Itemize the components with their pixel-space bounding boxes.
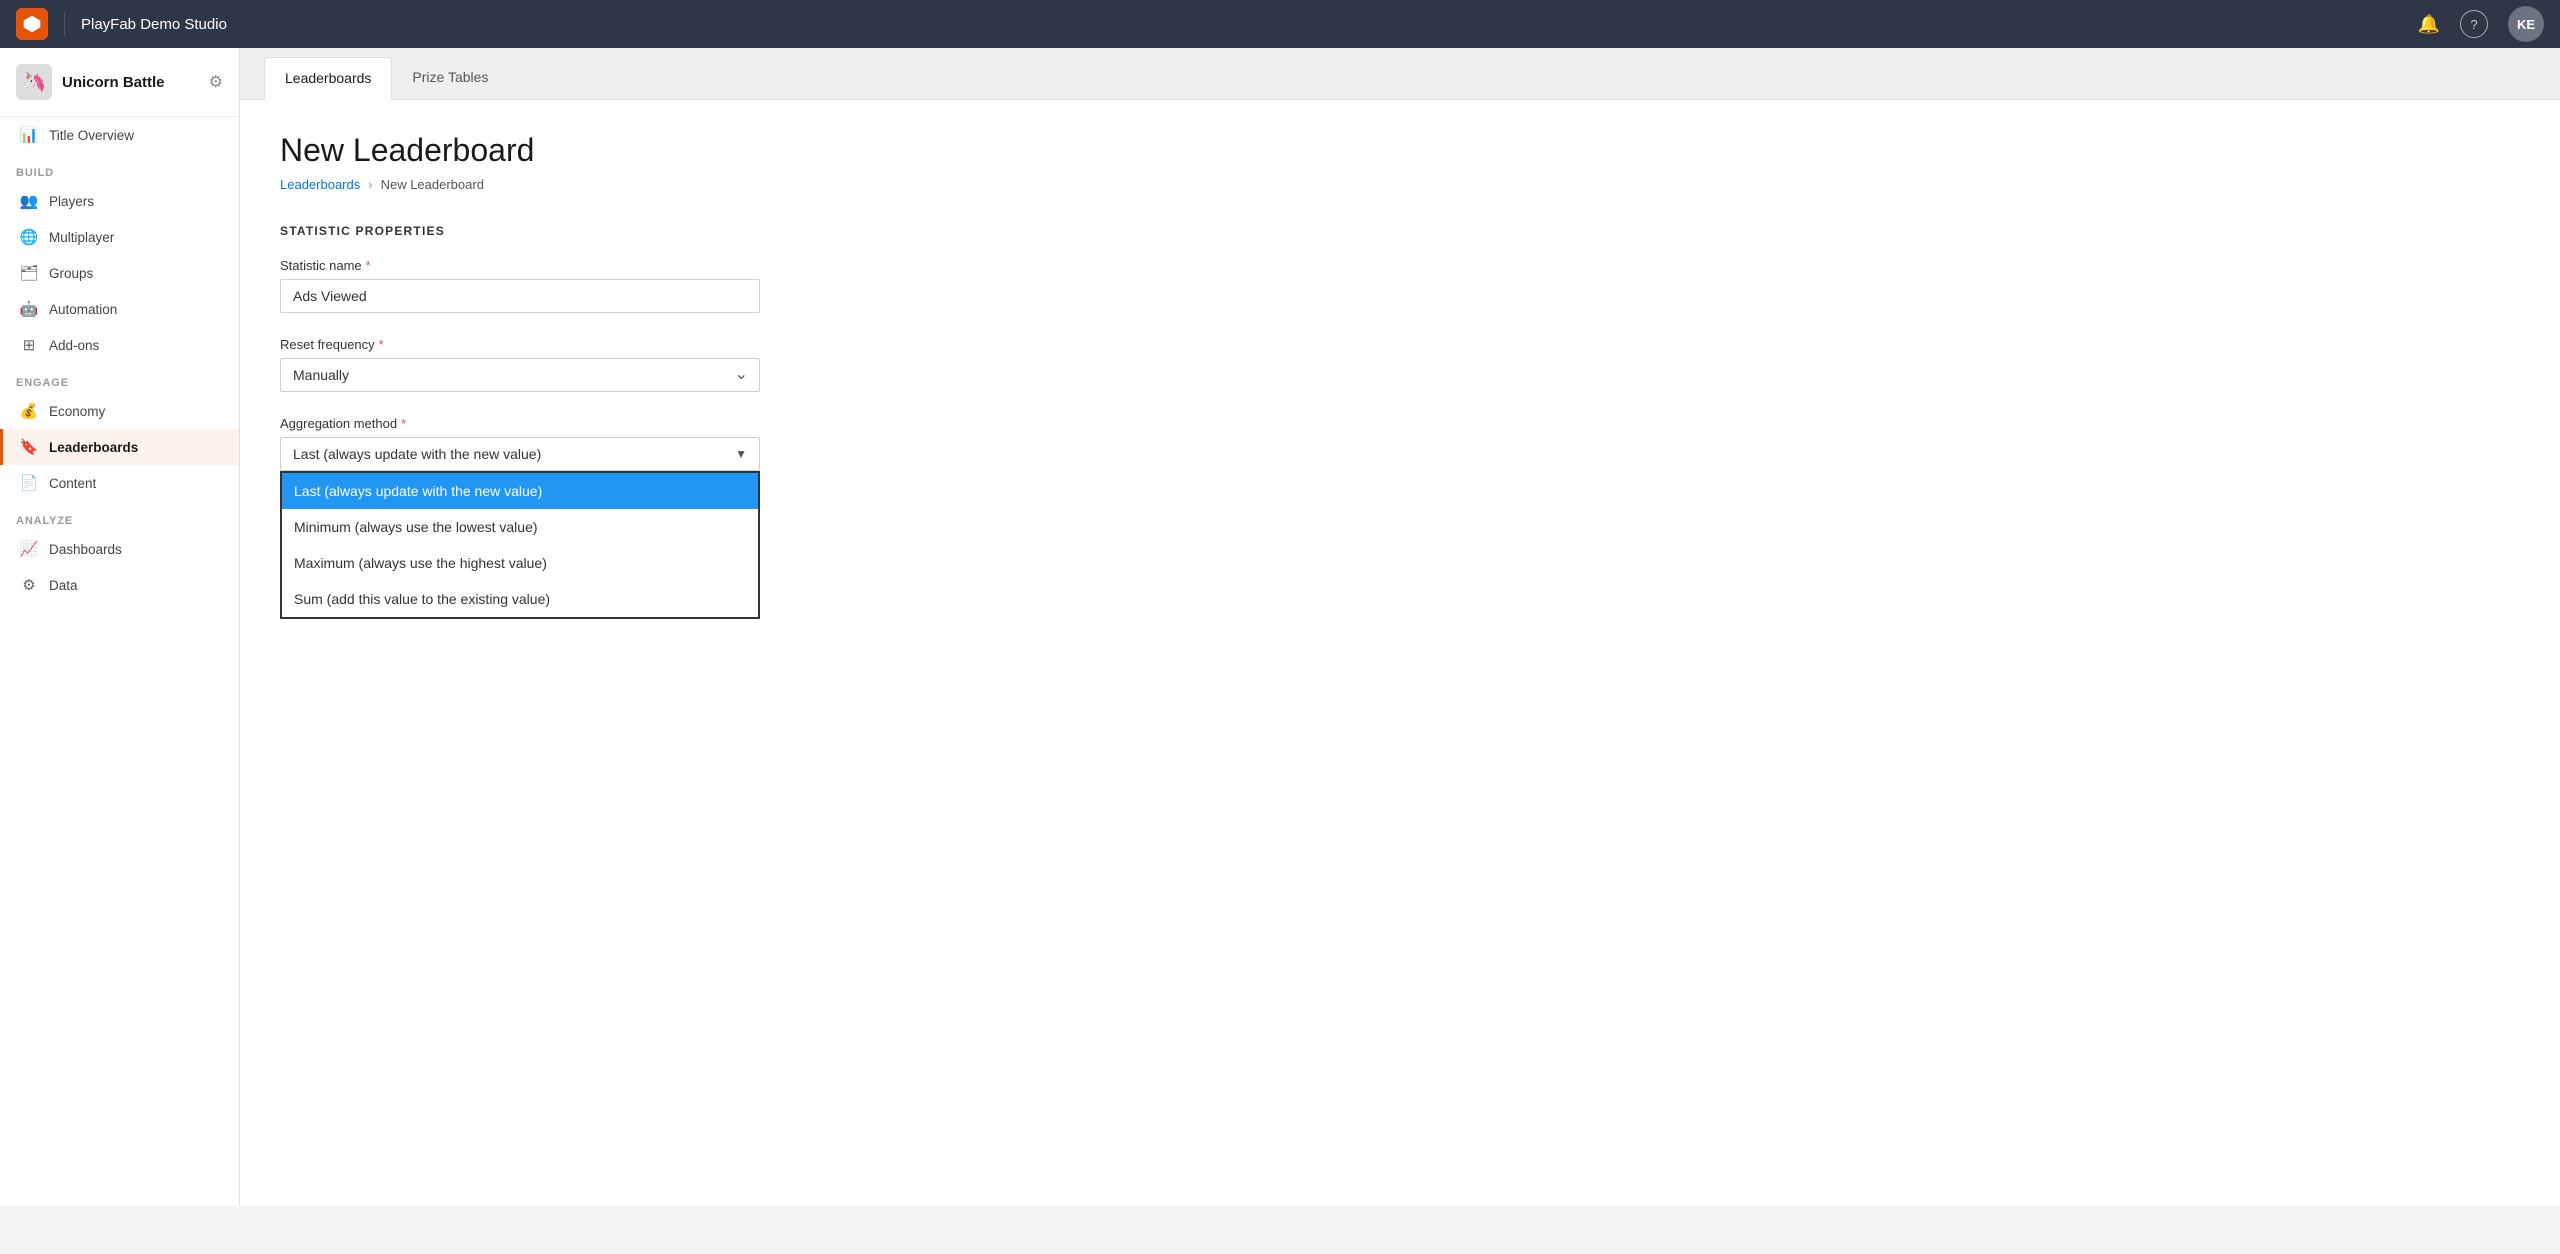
topbar-divider [64, 12, 65, 36]
content-area: New Leaderboard Leaderboards › New Leade… [240, 100, 2560, 1206]
sidebar-item-label: Add-ons [49, 338, 99, 353]
dropdown-option-minimum[interactable]: Minimum (always use the lowest value) [282, 509, 758, 545]
required-star: * [366, 258, 371, 273]
dashboards-icon: 📈 [19, 540, 39, 558]
dropdown-option-maximum[interactable]: Maximum (always use the highest value) [282, 545, 758, 581]
required-star-2: * [379, 337, 384, 352]
sidebar-item-groups[interactable]: 🗂 Groups [0, 255, 239, 291]
multiplayer-icon: 🌐 [19, 228, 39, 246]
statistic-name-group: Statistic name * [280, 258, 2520, 313]
reset-frequency-select-wrapper: Manually Daily Weekly Monthly [280, 358, 760, 392]
sidebar-item-label: Economy [49, 404, 105, 419]
layout: 🦄 Unicorn Battle ⚙ 📊 Title Overview BUIL… [0, 48, 2560, 1206]
addons-icon: ⊞ [19, 336, 39, 354]
sidebar-item-leaderboards[interactable]: 🔖 Leaderboards [0, 429, 239, 465]
tabs-bar: Leaderboards Prize Tables [240, 48, 2560, 100]
automation-icon: 🤖 [19, 300, 39, 318]
sidebar: 🦄 Unicorn Battle ⚙ 📊 Title Overview BUIL… [0, 48, 240, 1206]
sidebar-item-label: Title Overview [49, 128, 134, 143]
sidebar-item-label: Data [49, 578, 78, 593]
players-icon: 👥 [19, 192, 39, 210]
sidebar-item-data[interactable]: ⚙ Data [0, 567, 239, 603]
statistic-name-input[interactable] [280, 279, 760, 313]
reset-frequency-group: Reset frequency * Manually Daily Weekly … [280, 337, 2520, 392]
sidebar-item-label: Dashboards [49, 542, 122, 557]
sidebar-item-title-overview[interactable]: 📊 Title Overview [0, 117, 239, 153]
breadcrumb-leaderboards-link[interactable]: Leaderboards [280, 177, 360, 192]
required-star-3: * [401, 416, 406, 431]
tab-prize-tables[interactable]: Prize Tables [392, 57, 508, 99]
groups-icon: 🗂 [19, 264, 39, 282]
aggregation-method-label: Aggregation method * [280, 416, 2520, 431]
aggregation-selected-value: Last (always update with the new value) [293, 446, 541, 462]
sidebar-item-content[interactable]: 📄 Content [0, 465, 239, 501]
section-title: STATISTIC PROPERTIES [280, 224, 2520, 238]
sidebar-item-players[interactable]: 👥 Players [0, 183, 239, 219]
dropdown-chevron-icon: ▼ [735, 447, 747, 461]
main: Leaderboards Prize Tables New Leaderboar… [240, 48, 2560, 1206]
avatar[interactable]: KE [2508, 6, 2544, 42]
sidebar-item-label: Content [49, 476, 96, 491]
leaderboards-icon: 🔖 [19, 438, 39, 456]
economy-icon: 💰 [19, 402, 39, 420]
page-title: New Leaderboard [280, 132, 2520, 169]
aggregation-method-trigger[interactable]: Last (always update with the new value) … [280, 437, 760, 471]
sidebar-header: 🦄 Unicorn Battle ⚙ [0, 48, 239, 117]
chart-icon: 📊 [19, 126, 39, 144]
sidebar-item-label: Automation [49, 302, 117, 317]
breadcrumb: Leaderboards › New Leaderboard [280, 177, 2520, 192]
build-section-label: BUILD [0, 153, 239, 183]
data-icon: ⚙ [19, 576, 39, 594]
topbar: PlayFab Demo Studio 🔔 ? KE [0, 0, 2560, 48]
settings-gear-icon[interactable]: ⚙ [209, 72, 223, 92]
breadcrumb-separator: › [368, 177, 372, 192]
dropdown-option-sum[interactable]: Sum (add this value to the existing valu… [282, 581, 758, 617]
statistic-name-label: Statistic name * [280, 258, 2520, 273]
tab-leaderboards[interactable]: Leaderboards [264, 57, 392, 100]
sidebar-item-economy[interactable]: 💰 Economy [0, 393, 239, 429]
sidebar-item-multiplayer[interactable]: 🌐 Multiplayer [0, 219, 239, 255]
sidebar-item-addons[interactable]: ⊞ Add-ons [0, 327, 239, 363]
reset-frequency-select[interactable]: Manually Daily Weekly Monthly [280, 358, 760, 392]
topbar-icons: 🔔 ? KE [2418, 6, 2544, 42]
analyze-section-label: ANALYZE [0, 501, 239, 531]
reset-frequency-label: Reset frequency * [280, 337, 2520, 352]
aggregation-method-group: Aggregation method * Last (always update… [280, 416, 2520, 471]
sidebar-item-dashboards[interactable]: 📈 Dashboards [0, 531, 239, 567]
sidebar-item-label: Groups [49, 266, 93, 281]
topbar-title: PlayFab Demo Studio [81, 16, 2406, 33]
breadcrumb-current: New Leaderboard [381, 177, 484, 192]
sidebar-item-label: Leaderboards [49, 440, 138, 455]
sidebar-game-title: Unicorn Battle [62, 74, 199, 91]
engage-section-label: ENGAGE [0, 363, 239, 393]
sidebar-item-automation[interactable]: 🤖 Automation [0, 291, 239, 327]
aggregation-method-dropdown-list: Last (always update with the new value) … [280, 471, 760, 619]
sidebar-item-label: Multiplayer [49, 230, 114, 245]
notification-bell-icon[interactable]: 🔔 [2418, 14, 2440, 35]
playfab-logo [16, 8, 48, 40]
help-icon[interactable]: ? [2460, 10, 2488, 38]
dropdown-option-last[interactable]: Last (always update with the new value) [282, 473, 758, 509]
sidebar-item-label: Players [49, 194, 94, 209]
aggregation-method-dropdown[interactable]: Last (always update with the new value) … [280, 437, 760, 471]
game-icon: 🦄 [16, 64, 52, 100]
content-icon: 📄 [19, 474, 39, 492]
